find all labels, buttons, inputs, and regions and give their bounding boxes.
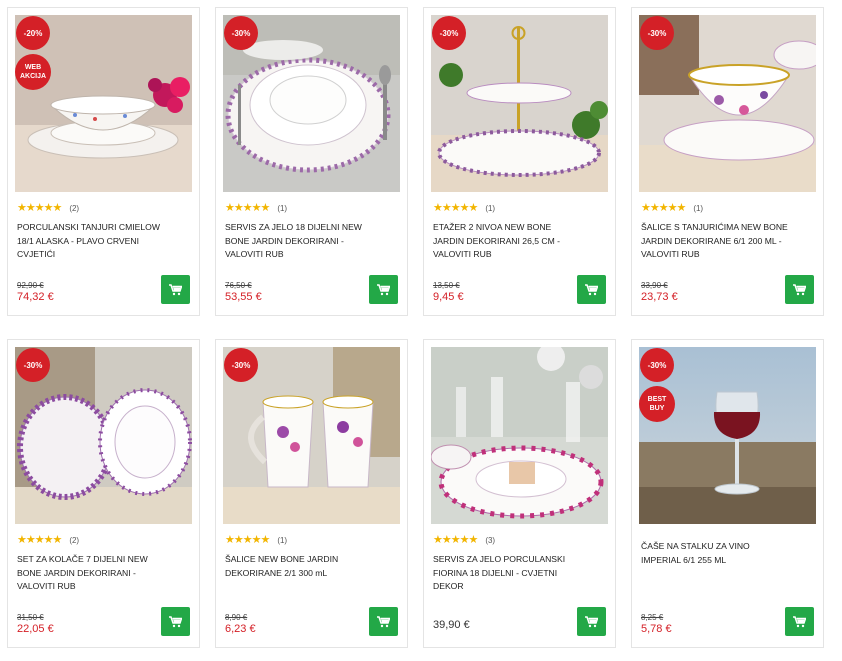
rating-count: (1) [693,203,704,213]
rating: ★★★★★ (1) [225,534,287,546]
add-to-cart-button[interactable] [577,275,606,304]
sale-price: 53,55 € [225,291,262,303]
old-price: 33,90 € [641,281,668,290]
old-price: 8,25 € [641,613,664,622]
product-title[interactable]: ŠALICE S TANJURIĆIMA NEW BONE JARDIN DEK… [641,221,791,262]
star-icon: ★★★★★ [225,533,270,546]
sale-price: 9,45 € [433,291,464,303]
product-title[interactable]: ČAŠE NA STALKU ZA VINO IMPERIAL 6/1 255 … [641,540,791,567]
add-to-cart-button[interactable] [161,607,190,636]
cart-icon [585,615,598,627]
star-icon: ★★★★★ [17,533,62,546]
sale-price: 23,73 € [641,291,678,303]
rating-count: (2) [69,203,80,213]
star-icon: ★★★★★ [433,201,478,214]
product-card[interactable]: -30% ★★★★★ (1) ŠALICE S TANJURIĆIMA NEW … [631,7,824,316]
product-card[interactable]: -30% ★★★★★ (1) SERVIS ZA JELO 18 DIJELNI… [215,7,408,316]
old-price: 92,90 € [17,281,44,290]
old-price: 31,50 € [17,613,44,622]
product-card[interactable]: -30% ★★★★★ (1) ŠALICE NEW BONE JARDIN DE… [215,339,408,648]
rating-count: (1) [277,535,288,545]
product-title[interactable]: PORCULANSKI TANJURI CMIELOW 18/1 ALASKA … [17,221,167,262]
cart-icon [169,283,182,295]
product-title[interactable]: SERVIS ZA JELO 18 DIJELNI NEW BONE JARDI… [225,221,375,262]
discount-badge: -30% [224,348,258,382]
sale-price: 5,78 € [641,623,672,635]
best-buy-badge: BEST BUY [639,386,675,422]
star-icon: ★★★★★ [225,201,270,214]
product-image[interactable] [431,347,608,524]
product-card[interactable]: -20% WEB AKCIJA ★★★★★ (2) PORCULANSKI TAN… [7,7,200,316]
rating-count: (1) [485,203,496,213]
discount-badge: -20% [16,16,50,50]
sale-price: 22,05 € [17,623,54,635]
add-to-cart-button[interactable] [577,607,606,636]
add-to-cart-button[interactable] [161,275,190,304]
rating-count: (1) [277,203,288,213]
rating: ★★★★★ (1) [225,202,287,214]
product-card[interactable]: -30% ★★★★★ (2) SET ZA KOLAČE 7 DIJELNI N… [7,339,200,648]
cart-icon [793,283,806,295]
product-title[interactable]: ETAŽER 2 NIVOA NEW BONE JARDIN DEKORIRAN… [433,221,583,262]
cart-icon [793,615,806,627]
star-icon: ★★★★★ [641,201,686,214]
cart-icon [585,283,598,295]
sale-price: 6,23 € [225,623,256,635]
add-to-cart-button[interactable] [785,607,814,636]
product-grid: -20% WEB AKCIJA ★★★★★ (2) PORCULANSKI TAN… [0,0,842,661]
rating: ★★★★★ (1) [433,202,495,214]
rating: ★★★★★ (2) [17,202,79,214]
add-to-cart-button[interactable] [785,275,814,304]
rating-count: (3) [485,535,496,545]
rating: ★★★★★ (1) [641,202,703,214]
rating: ★★★★★ (3) [433,534,495,546]
price: 39,90 € [433,619,470,631]
product-title[interactable]: SET ZA KOLAČE 7 DIJELNI NEW BONE JARDIN … [17,553,167,594]
add-to-cart-button[interactable] [369,607,398,636]
rating-count: (2) [69,535,80,545]
old-price: 13,50 € [433,281,460,290]
web-akcija-badge: WEB AKCIJA [15,54,51,90]
sale-price: 74,32 € [17,291,54,303]
old-price: 76,50 € [225,281,252,290]
rating: ★★★★★ (2) [17,534,79,546]
old-price: 8,90 € [225,613,248,622]
discount-badge: -30% [16,348,50,382]
discount-badge: -30% [224,16,258,50]
cart-icon [169,615,182,627]
discount-badge: -30% [640,348,674,382]
star-icon: ★★★★★ [17,201,62,214]
star-icon: ★★★★★ [433,533,478,546]
product-title[interactable]: SERVIS ZA JELO PORCULANSKI FIORINA 18 DI… [433,553,583,594]
cart-icon [377,615,390,627]
cart-icon [377,283,390,295]
product-card[interactable]: -30% ★★★★★ (1) ETAŽER 2 NIVOA NEW BONE J… [423,7,616,316]
product-title[interactable]: ŠALICE NEW BONE JARDIN DEKORIRANE 2/1 30… [225,553,375,580]
discount-badge: -30% [640,16,674,50]
discount-badge: -30% [432,16,466,50]
product-card[interactable]: -30% BEST BUY ČAŠE NA STALKU ZA VINO IMPE… [631,339,824,648]
add-to-cart-button[interactable] [369,275,398,304]
product-card[interactable]: ★★★★★ (3) SERVIS ZA JELO PORCULANSKI FIO… [423,339,616,648]
